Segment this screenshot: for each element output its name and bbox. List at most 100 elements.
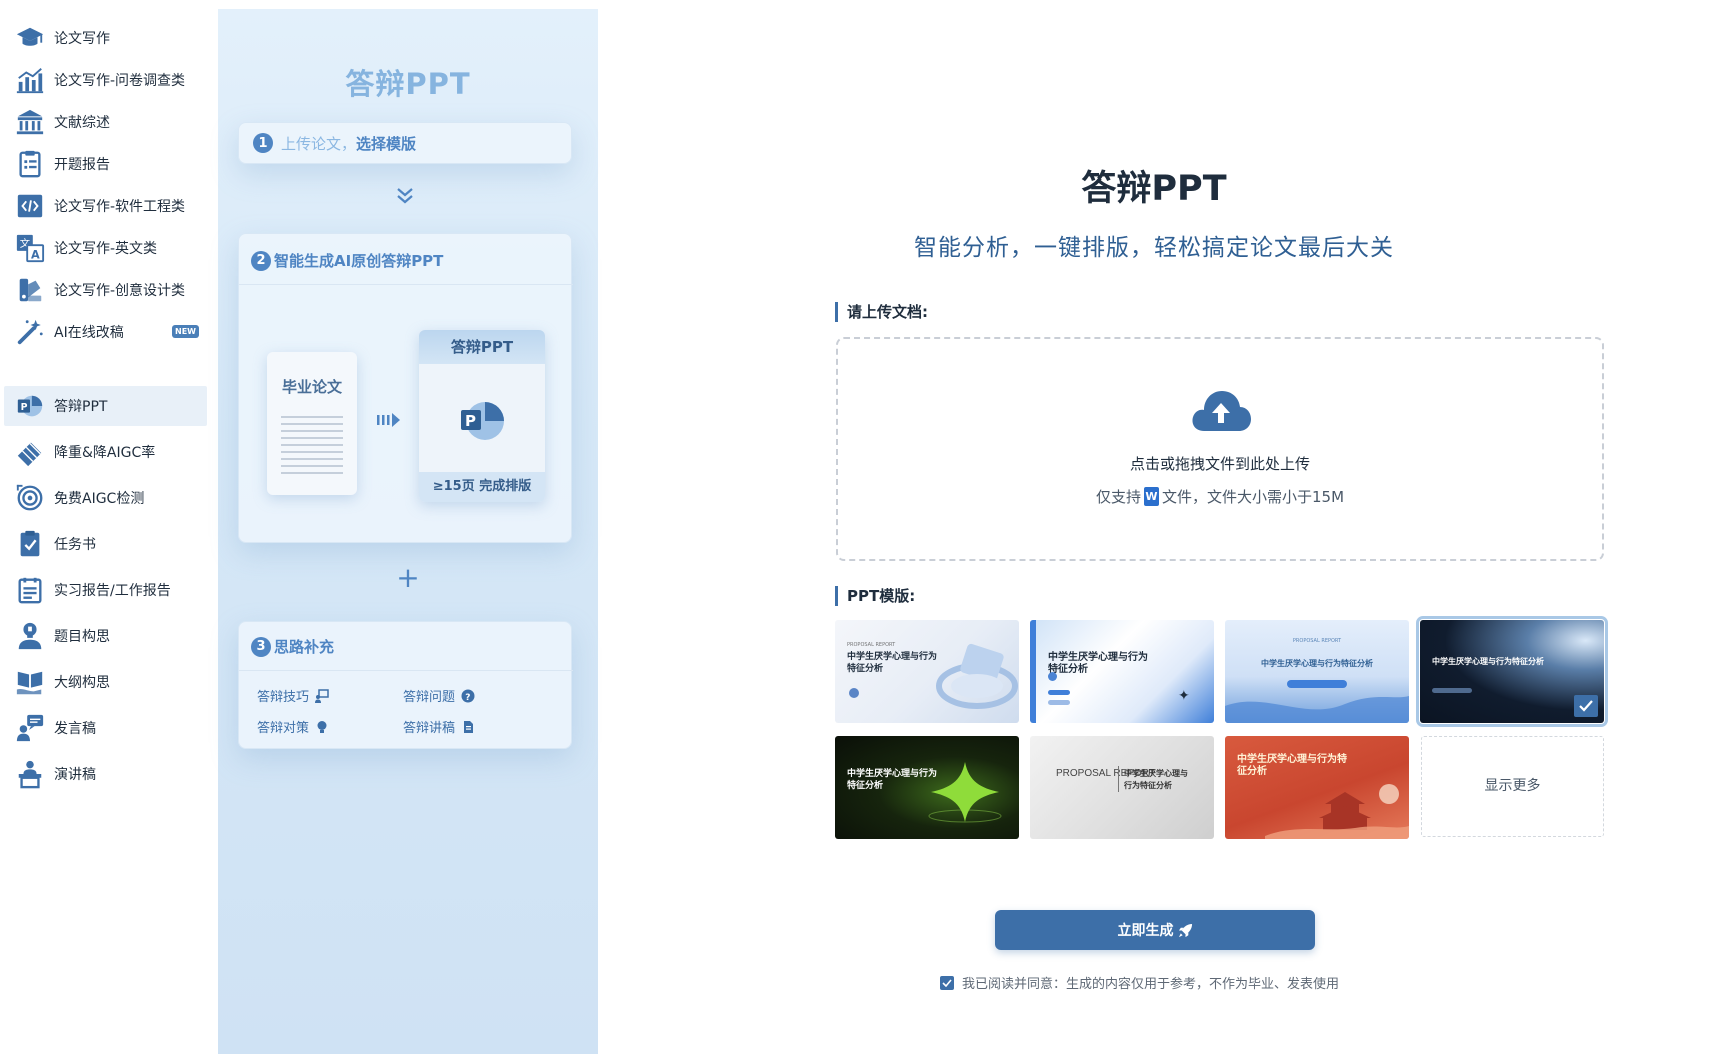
agreement-checkbox[interactable] xyxy=(940,975,954,990)
document-icon xyxy=(464,720,474,733)
sidebar-item-label: 降重&降AIGC率 xyxy=(54,445,156,461)
template-divider xyxy=(1118,766,1119,792)
page-subtitle: 智能分析，一键排版，轻松搞定论文最后大关 xyxy=(914,235,1394,261)
ppt-footer: ≥15页 完成排版 xyxy=(419,472,545,502)
template-card-7[interactable]: 中学生厌学心理与行为特征分析 xyxy=(1225,736,1409,839)
clipboard-check-icon xyxy=(14,528,46,560)
template-card-2[interactable]: 中学生厌学心理与行为特征分析 ✦ xyxy=(1030,620,1214,723)
sidebar-item-label: 大纲构思 xyxy=(54,675,110,691)
upload-hint-pre: 仅支持 xyxy=(1095,488,1141,506)
question-circle-icon: ? xyxy=(461,689,475,703)
tip-label: 答辩对策 xyxy=(257,721,310,736)
sidebar-item-literature-review[interactable]: 文献综述 xyxy=(4,102,207,142)
sidebar-item-proposal-report[interactable]: 开题报告 xyxy=(4,144,207,184)
sidebar-item-english[interactable]: 文A 论文写作-英文类 xyxy=(4,228,207,268)
template-card-1[interactable]: PROPOSAL REPORT 中学生厌学心理与行为特征分析 xyxy=(835,620,1019,723)
sidebar-item-internship-report[interactable]: 实习报告/工作报告 xyxy=(4,570,207,610)
lightbulb-user-icon xyxy=(14,620,46,652)
sidebar-item-ai-revise[interactable]: AI在线改稿 NEW xyxy=(4,312,207,352)
sidebar-item-label: 答辩PPT xyxy=(54,399,108,415)
graduation-cap-icon xyxy=(14,22,46,54)
sidebar-item-lecture-draft[interactable]: 演讲稿 xyxy=(4,754,207,794)
sidebar-item-outline-idea[interactable]: 大纲构思 xyxy=(4,662,207,702)
template-pill xyxy=(1432,688,1472,693)
doc-label: 毕业论文 xyxy=(281,378,342,396)
sidebar-item-defense-ppt[interactable]: P 答辩PPT xyxy=(4,386,207,426)
library-icon xyxy=(14,106,46,138)
tip-defense-questions[interactable]: 答辩问题 ? xyxy=(403,686,475,705)
template-pill xyxy=(1048,700,1070,705)
template-tag: PROPOSAL REPORT xyxy=(1292,638,1342,644)
step3-card: 3 思路补充 答辩技巧 答辩问题 ? 答辩对策 答辩讲稿 xyxy=(238,621,573,749)
page-title: 答辩PPT xyxy=(1081,169,1227,209)
sidebar-item-software-engineering[interactable]: 论文写作-软件工程类 xyxy=(4,186,207,226)
step3-head: 3 思路补充 xyxy=(239,622,571,657)
sidebar-item-thesis-writing[interactable]: 论文写作 xyxy=(4,18,207,58)
sidebar-item-label: 免费AIGC检测 xyxy=(54,491,145,507)
intro-title: 答辩PPT xyxy=(345,67,471,101)
svg-text:P: P xyxy=(465,412,476,430)
template-dot xyxy=(1048,672,1057,681)
sidebar-item-label: 任务书 xyxy=(54,537,96,553)
powerpoint-icon: P xyxy=(461,402,504,440)
thesis-doc-illustration: 毕业论文 xyxy=(267,352,357,495)
template-dot xyxy=(849,688,859,698)
new-badge: NEW xyxy=(172,325,199,338)
agreement-text: 我已阅读并同意：生成的内容仅用于参考，不作为毕业、发表使用 xyxy=(962,977,1340,992)
template-card-4-selected[interactable]: 中学生厌学心理与行为特征分析 xyxy=(1416,616,1608,727)
template-card-5[interactable]: 中学生厌学心理与行为特征分析 xyxy=(835,736,1019,839)
upload-main-text: 点击或拖拽文件到此处上传 xyxy=(1129,455,1310,473)
sidebar-item-reduce-aigc[interactable]: 降重&降AIGC率 xyxy=(4,432,207,472)
step1-card: 1 上传论文， 选择模版 xyxy=(238,122,572,164)
doc-lines xyxy=(281,416,343,479)
template-title: 中学生厌学心理与行为特征分析 xyxy=(847,652,938,674)
template-title: 中学生厌学心理与行为特征分析 xyxy=(1261,659,1373,668)
generate-label: 立即生成 xyxy=(1117,923,1174,939)
ppt-icon: P xyxy=(14,390,46,422)
cloud-upload-icon xyxy=(1192,391,1251,431)
svg-text:P: P xyxy=(21,402,28,413)
ppt-illustration: 答辩PPT P ≥15页 完成排版 xyxy=(419,330,545,502)
sidebar-item-task-book[interactable]: 任务书 xyxy=(4,524,207,564)
template-title: 中学生厌学心理与行为特征分析 xyxy=(1124,769,1188,790)
step2-number: 2 xyxy=(251,250,271,271)
translate-icon: 文A xyxy=(14,232,46,264)
speech-bubble-user-icon xyxy=(14,712,46,744)
show-more-templates-button[interactable]: 显示更多 xyxy=(1421,736,1604,837)
template-section-label: PPT模版: xyxy=(835,586,915,606)
template-title: 中学生厌学心理与行为特征分析 xyxy=(1432,657,1544,666)
template-art xyxy=(928,762,1002,823)
app-root: 论文写作 论文写作-问卷调查类 文献综述 开题报告 论文写作-软件工程类 文 A… xyxy=(0,0,1710,1054)
tip-defense-skills[interactable]: 答辩技巧 xyxy=(257,686,329,705)
template-title: 中学生厌学心理与行为特征分析 xyxy=(1237,754,1347,777)
arrow-right-icon xyxy=(377,413,400,427)
eraser-icon xyxy=(14,436,46,468)
sidebar-item-topic-idea[interactable]: 题目构思 xyxy=(4,616,207,656)
sidebar-item-creative-design[interactable]: 论文写作-创意设计类 xyxy=(4,270,207,310)
template-wave xyxy=(1225,696,1409,723)
step1-text-light: 上传论文， xyxy=(281,134,357,153)
sidebar-item-questionnaire[interactable]: 论文写作-问卷调查类 xyxy=(4,60,207,100)
template-card-6[interactable]: PROPOSAL REPORT 中学生厌学心理与行为特征分析 xyxy=(1030,736,1214,839)
upload-section-label: 请上传文档: xyxy=(835,302,928,322)
tip-defense-speech[interactable]: 答辩讲稿 xyxy=(403,717,475,736)
svg-text:A: A xyxy=(31,248,40,261)
ppt-label: 答辩PPT xyxy=(419,330,545,364)
step2-card: 2 智能生成AI原创答辩PPT 毕业论文 答辩PPT P ≥15页 完成排版 xyxy=(238,233,573,543)
step3-number: 3 xyxy=(251,636,271,657)
tip-defense-strategies[interactable]: 答辩对策 xyxy=(257,717,329,736)
clipboard-list-icon xyxy=(14,148,46,180)
sidebar-item-label: 文献综述 xyxy=(54,115,110,131)
presenter-icon xyxy=(315,688,329,703)
sidebar-item-aigc-check[interactable]: 免费AIGC检测 xyxy=(4,478,207,518)
template-card-3[interactable]: PROPOSAL REPORT 中学生厌学心理与行为特征分析 xyxy=(1225,620,1409,723)
template-tag: PROPOSAL REPORT xyxy=(847,642,896,648)
sidebar-item-speech-draft[interactable]: 发言稿 xyxy=(4,708,207,748)
step3-divider xyxy=(239,670,573,671)
report-icon xyxy=(14,574,46,606)
tip-label: 答辩讲稿 xyxy=(403,721,456,736)
file-upload-dropzone[interactable]: 点击或拖拽文件到此处上传 仅支持 W 文件，文件大小需小于15M xyxy=(836,337,1604,561)
sidebar: 论文写作 论文写作-问卷调查类 文献综述 开题报告 论文写作-软件工程类 文 A… xyxy=(0,0,218,1054)
sidebar-item-label: 发言稿 xyxy=(54,721,96,737)
generate-button[interactable]: 立即生成 xyxy=(995,910,1315,950)
